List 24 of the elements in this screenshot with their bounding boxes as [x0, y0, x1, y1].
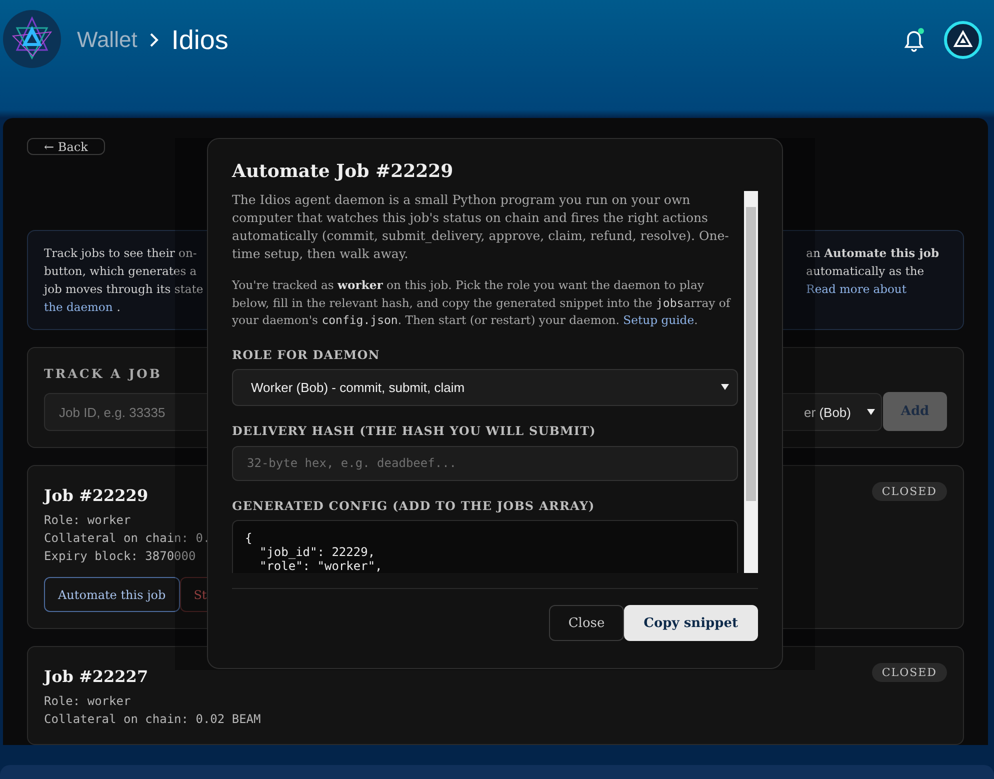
field-label: ROLE FOR DAEMON [232, 348, 381, 362]
field-label: GENERATED CONFIG (ADD TO THE JOBS ARRAY) [232, 499, 596, 513]
job-title: Job #22229 [44, 486, 148, 505]
modal-instructions: You're tracked as worker on this job. Pick the role you want the daemon to play below, fill in the relevant hash, and copy the generated snippet into the jobsarray of your daemon's config.json. Then start (or restart) your daemon. Setup guide. [232, 277, 732, 329]
job-detail: Role: worker [44, 693, 131, 710]
job-title: Job #22227 [44, 667, 148, 686]
status-badge: CLOSED [872, 482, 947, 501]
job-detail: Collateral on chain: 0. [44, 530, 210, 547]
status-badge: CLOSED [872, 663, 947, 682]
modal-description: The Idios agent daemon is a small Python program you run on your own computer that watches this job's status on chain and fires the right actions automatically (commit, submit_delivery, approve, claim, refund, resolve). One-time setup, then walk away. [232, 191, 730, 263]
info-text: button, which generates a [44, 263, 197, 280]
job-detail: Collateral on chain: 0.02 BEAM [44, 711, 261, 728]
modal-title: Automate Job #22229 [232, 161, 454, 182]
info-text: job moves through its state [44, 281, 204, 298]
job-detail: Expiry block: 3870000 [44, 548, 196, 565]
info-text: . [116, 299, 120, 316]
config-code-block: { "job_id": 22229, "role": "worker", [232, 520, 738, 573]
info-text: an Automate this job [806, 245, 939, 262]
info-text: automatically as the [806, 263, 924, 280]
card-heading: TRACK A JOB [44, 366, 163, 381]
page-title: Idios [171, 24, 228, 56]
job-detail: Role: worker [44, 512, 131, 529]
info-text: Track jobs to see their on- [44, 245, 197, 262]
field-label: DELIVERY HASH (THE HASH YOU WILL SUBMIT) [232, 424, 597, 438]
